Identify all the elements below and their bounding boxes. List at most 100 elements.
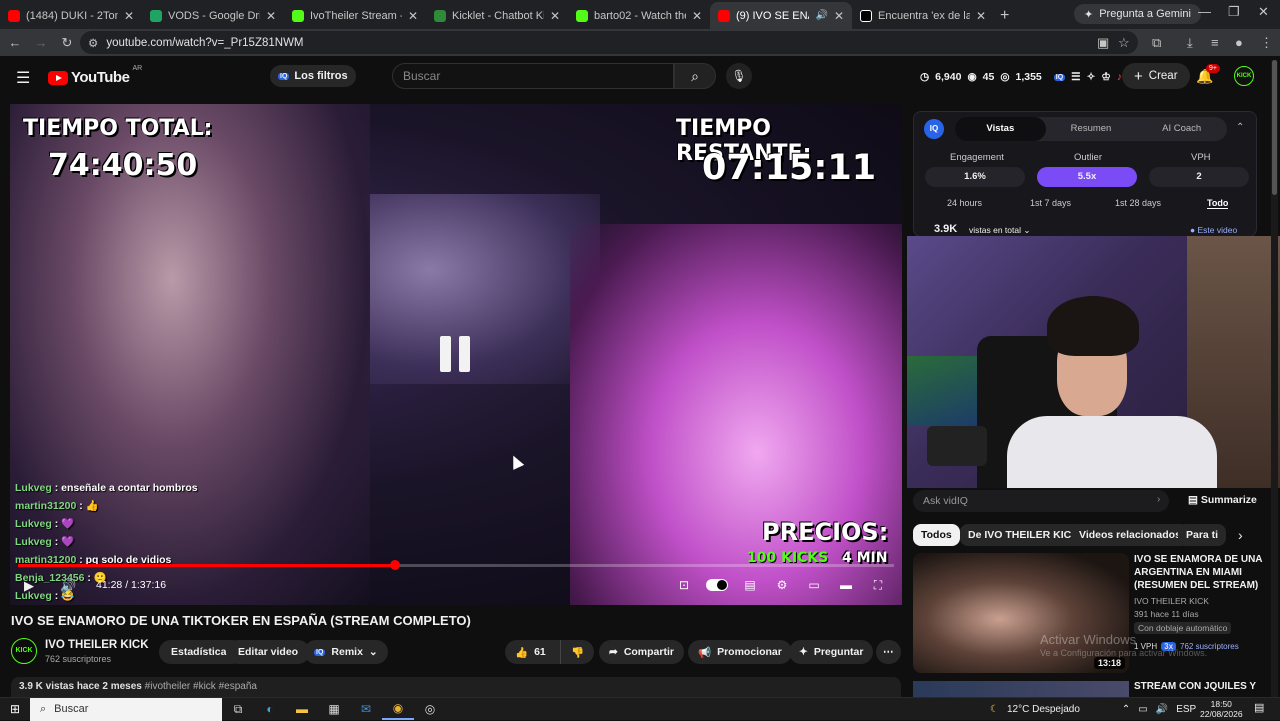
gemini-button[interactable]: ✦ Pregunta a Gemini xyxy=(1074,4,1201,24)
vidiq-tab-ai-coach[interactable]: AI Coach xyxy=(1136,117,1227,141)
browser-tab[interactable]: VODS - Google Drive ✕ xyxy=(142,2,284,29)
maximize-button[interactable]: ❐ xyxy=(1228,4,1240,20)
browser-tab[interactable]: Encuentra 'ex de lamineya ✕ xyxy=(852,2,994,29)
voice-search-button[interactable]: 🎙 xyxy=(726,63,752,89)
chip-todos[interactable]: Todos xyxy=(913,524,960,546)
send-arrow-icon[interactable]: › xyxy=(1157,494,1160,505)
browser-tab[interactable]: Kicklet - Chatbot Kick, wid ✕ xyxy=(426,2,568,29)
chip-channel[interactable]: De IVO THEILER KICK xyxy=(960,524,1087,546)
autoplay-toggle[interactable] xyxy=(706,579,728,591)
ask-button[interactable]: ✦ Preguntar xyxy=(789,640,874,664)
fullscreen-icon[interactable]: ⛶ xyxy=(868,576,888,594)
store-icon[interactable]: ▦ xyxy=(318,702,350,716)
minimize-button[interactable]: — xyxy=(1198,4,1211,19)
cast-icon[interactable]: ▣ xyxy=(1097,35,1109,51)
volume-icon[interactable]: 🔊 xyxy=(1156,704,1168,715)
vidiq-player-icon[interactable]: ⊡ xyxy=(674,576,694,594)
progress-scrubber[interactable] xyxy=(389,560,400,570)
progress-bar[interactable] xyxy=(18,560,894,570)
youtube-logo[interactable]: YouTube AR xyxy=(48,65,142,86)
share-button[interactable]: ➦ Compartir xyxy=(599,640,684,664)
bookmark-star-icon[interactable]: ☆ xyxy=(1118,35,1130,51)
channel-name[interactable]: IVO THEILER KICK xyxy=(45,639,149,651)
search-button[interactable]: ⌕ xyxy=(674,63,716,89)
page-scrollbar[interactable] xyxy=(1271,60,1278,700)
dislike-button[interactable]: 👎 xyxy=(560,640,595,664)
chip-para-ti[interactable]: Para ti xyxy=(1178,524,1227,546)
vidiq-tab-vistas[interactable]: Vistas xyxy=(955,117,1046,141)
range-option[interactable]: 24 hours xyxy=(947,198,982,208)
close-tab-icon[interactable]: ✕ xyxy=(124,9,134,23)
promote-button[interactable]: 📢 Promocionar xyxy=(688,640,792,664)
ask-vidiq-input[interactable]: Ask vidIQ xyxy=(913,490,1169,512)
file-explorer-icon[interactable]: ▬ xyxy=(286,702,318,716)
chip-related[interactable]: Videos relacionados xyxy=(1071,524,1189,546)
video-player[interactable]: TIEMPO TOTAL: 74:40:50 TIEMPO RESTANTE: … xyxy=(10,104,902,605)
browser-tab[interactable]: barto02 - Watch the VOD ✕ xyxy=(568,2,710,29)
related-title[interactable]: IVO SE ENAMORA DE UNA ARGENTINA EN MIAMI… xyxy=(1134,553,1264,592)
range-option[interactable]: 1st 7 days xyxy=(1030,198,1071,208)
mail-icon[interactable]: ✉ xyxy=(350,702,382,716)
tab-search-icon[interactable]: ≡ xyxy=(1211,35,1219,50)
description-tags[interactable]: #ivotheiler #kick #españa xyxy=(145,681,257,692)
account-avatar[interactable]: KICK xyxy=(1234,66,1254,86)
close-tab-icon[interactable]: ✕ xyxy=(834,9,844,23)
network-icon[interactable]: ▭ xyxy=(1138,704,1147,715)
reload-icon[interactable]: ↻ xyxy=(56,35,78,51)
total-views-select[interactable]: vistas en total ⌄ xyxy=(969,225,1030,236)
close-tab-icon[interactable]: ✕ xyxy=(550,9,560,23)
profile-avatar-icon[interactable]: ● xyxy=(1235,35,1243,50)
play-icon[interactable]: ▶ xyxy=(24,578,34,594)
scrollbar-thumb[interactable] xyxy=(1272,60,1277,195)
task-view-icon[interactable]: ⧉ xyxy=(222,702,254,717)
menu-kebab-icon[interactable]: ⋮ xyxy=(1260,35,1273,51)
close-tab-icon[interactable]: ✕ xyxy=(976,9,986,23)
more-actions-button[interactable]: ⋯ xyxy=(876,640,901,664)
close-tab-icon[interactable]: ✕ xyxy=(266,9,276,23)
download-icon[interactable]: ⤓ xyxy=(1187,35,1193,51)
browser-tab[interactable]: (1484) DUKI - 2Tonos (Vide ✕ xyxy=(0,2,142,29)
vidiq-icon[interactable]: IQ xyxy=(1053,73,1066,81)
volume-icon[interactable]: 🔊 xyxy=(60,578,76,594)
remix-button[interactable]: IQ Remix ⌄ xyxy=(304,640,388,664)
filters-button[interactable]: IQ Los filtros xyxy=(270,65,356,87)
windows-start-icon[interactable]: ⊞ xyxy=(0,702,30,716)
extensions-icon[interactable]: ⧉ xyxy=(1152,35,1161,51)
chevron-right-icon[interactable]: › xyxy=(1238,527,1243,543)
list-icon[interactable]: ☰ xyxy=(1071,71,1080,83)
summarize-button[interactable]: ▤ Summarize xyxy=(1188,494,1257,506)
edit-video-button[interactable]: Editar video xyxy=(226,640,311,664)
range-option-selected[interactable]: Todo xyxy=(1207,198,1229,209)
language-indicator[interactable]: ESP xyxy=(1176,704,1196,715)
chevron-up-icon[interactable]: ⌃ xyxy=(1122,704,1130,715)
omnibox[interactable]: ⚙ youtube.com/watch?v=_Pr15Z81NWM xyxy=(80,31,1138,54)
create-button[interactable]: + Crear xyxy=(1122,63,1190,89)
channel-avatar[interactable]: KICK xyxy=(11,638,37,664)
notifications-icon[interactable]: ▤ xyxy=(1254,701,1264,714)
miniplayer-icon[interactable]: ▭ xyxy=(804,576,824,594)
like-button[interactable]: 👍 61 xyxy=(505,640,560,664)
close-window-button[interactable]: ✕ xyxy=(1258,4,1269,20)
forward-icon[interactable]: → xyxy=(30,35,52,50)
pause-icon[interactable] xyxy=(440,336,472,372)
url-text[interactable]: youtube.com/watch?v=_Pr15Z81NWM xyxy=(106,37,303,49)
site-info-icon[interactable]: ⚙ xyxy=(88,36,98,50)
theater-mode-icon[interactable]: ▬ xyxy=(836,576,856,594)
close-tab-icon[interactable]: ✕ xyxy=(692,9,702,23)
search-input[interactable]: Buscar xyxy=(392,63,674,89)
browser-tab[interactable]: IvoTheiler Stream - Watch ✕ xyxy=(284,2,426,29)
taskbar-clock[interactable]: 18:50 22/08/2026 xyxy=(1200,699,1243,719)
range-option[interactable]: 1st 28 days xyxy=(1115,198,1161,208)
related-title[interactable]: STREAM CON JQUILES Y xyxy=(1134,681,1256,692)
vidiq-tab-resumen[interactable]: Resumen xyxy=(1046,117,1137,141)
close-tab-icon[interactable]: ✕ xyxy=(408,9,418,23)
edge-browser-icon[interactable]: ◐ xyxy=(254,702,286,716)
speaker-icon[interactable]: 🔊 xyxy=(815,10,827,21)
bulb-icon[interactable]: ✧ xyxy=(1087,71,1096,83)
chevron-up-icon[interactable]: ⌃ xyxy=(1236,122,1244,133)
settings-gear-icon[interactable]: ⚙ xyxy=(772,576,792,594)
back-icon[interactable]: ← xyxy=(4,35,26,50)
related-thumbnail[interactable] xyxy=(913,681,1129,697)
hamburger-menu-icon[interactable]: ☰ xyxy=(16,68,30,88)
description-box[interactable]: 3.9 K vistas hace 2 meses #ivotheiler #k… xyxy=(11,677,901,697)
